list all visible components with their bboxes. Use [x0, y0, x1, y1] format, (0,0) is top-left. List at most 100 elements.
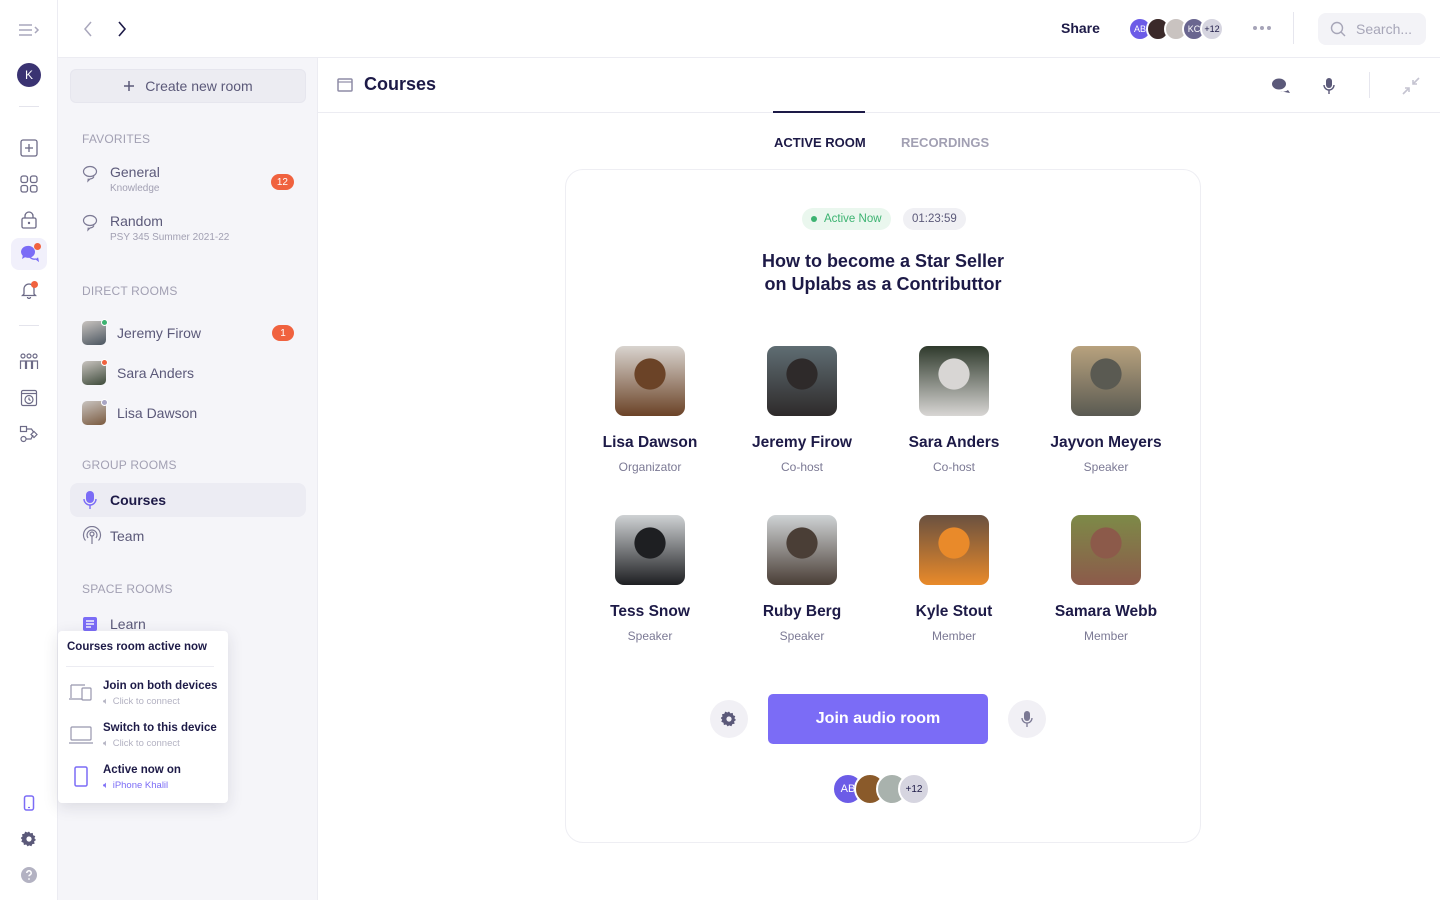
participant-photo — [919, 515, 989, 585]
listeners-more-count[interactable]: +12 — [898, 773, 930, 805]
rail-workflow-button[interactable] — [11, 418, 47, 450]
participant-name: Jayvon Meyers — [1050, 434, 1162, 451]
participant-role: Speaker — [627, 629, 673, 643]
forward-button[interactable] — [110, 17, 134, 41]
sidebar-item-courses[interactable]: Courses — [70, 483, 306, 517]
more-dot-icon — [1253, 26, 1257, 30]
room-timer: 01:23:59 — [903, 208, 966, 230]
collaborators-more-count[interactable]: +12 — [1200, 17, 1224, 41]
status-dot — [811, 216, 817, 222]
sidebar-item-direct-room[interactable]: Jeremy Firow 1 — [70, 317, 306, 349]
join-both-devices-option[interactable]: Join on both devices 🔈︎ Click to connect — [66, 680, 226, 714]
collapse-menu-button[interactable] — [11, 14, 47, 46]
participant-name: Sara Anders — [908, 434, 1000, 451]
rail-help-button[interactable] — [11, 859, 47, 891]
switch-device-option[interactable]: Switch to this device 🔈︎ Click to connect — [66, 722, 226, 756]
participant-photo — [767, 346, 837, 416]
search-input[interactable] — [1356, 21, 1416, 37]
rail-schedule-button[interactable] — [11, 382, 47, 414]
participant-name: Kyle Stout — [915, 603, 993, 620]
tab-active-room[interactable]: ACTIVE ROOM — [774, 135, 866, 150]
chat-button[interactable] — [1269, 74, 1293, 98]
participant-role: Co-host — [932, 460, 976, 474]
rail-divider — [19, 325, 39, 326]
room-name: Learn — [110, 616, 146, 632]
plus-square-icon — [20, 139, 38, 157]
collaborator-avatars[interactable]: AB KC +12 — [1128, 17, 1224, 41]
room-topic-line: on Uplabs as a Contributtor — [764, 274, 1002, 294]
participant-photo — [615, 346, 685, 416]
chat-bubbles-icon — [1272, 78, 1290, 93]
participant-card[interactable]: Sara Anders Co-host — [878, 346, 1030, 474]
option-sublabel: Click to connect — [112, 738, 180, 749]
gear-icon — [21, 831, 36, 847]
rail-notifications-button[interactable] — [11, 274, 47, 306]
collapse-arrows-icon — [1402, 77, 1420, 95]
header-mic-button[interactable] — [1317, 74, 1341, 98]
plus-icon — [124, 81, 135, 91]
sidebar-item-direct-room[interactable]: Lisa Dawson — [70, 397, 306, 429]
room-topic-line: How to become a Star Seller — [761, 251, 1005, 271]
participant-card[interactable]: Tess Snow Speaker — [574, 515, 726, 643]
share-button[interactable]: Share — [1061, 20, 1100, 36]
listener-avatars[interactable]: AB +12 — [832, 773, 930, 805]
room-topic: How to become a Star Seller on Uplabs as… — [565, 250, 1201, 296]
participant-card[interactable]: Jeremy Firow Co-host — [726, 346, 878, 474]
join-audio-room-button[interactable]: Join audio room — [768, 694, 988, 744]
icon-rail: K — [0, 0, 58, 900]
minimize-button[interactable] — [1399, 74, 1423, 98]
help-icon — [21, 867, 37, 883]
room-name: General — [110, 164, 160, 180]
participant-card[interactable]: Ruby Berg Speaker — [726, 515, 878, 643]
phone-icon — [74, 766, 88, 787]
back-button[interactable] — [76, 17, 100, 41]
rail-add-button[interactable] — [11, 132, 47, 164]
participant-role: Speaker — [779, 629, 825, 643]
audio-settings-button[interactable] — [710, 700, 748, 738]
participant-photo — [919, 346, 989, 416]
participant-card[interactable]: Lisa Dawson Organizator — [574, 346, 726, 474]
rail-team-button[interactable] — [11, 346, 47, 378]
mic-toggle-button[interactable] — [1008, 700, 1046, 738]
rail-lock-button[interactable] — [11, 204, 47, 236]
more-options-button[interactable] — [1250, 18, 1274, 38]
presence-dot — [101, 319, 108, 326]
sidebar-item-team[interactable]: Team — [70, 519, 306, 553]
sidebar-item-general[interactable]: General Knowledge 12 — [70, 164, 306, 200]
participant-card[interactable]: Samara Webb Member — [1030, 515, 1182, 643]
contact-name: Jeremy Firow — [117, 325, 202, 341]
room-name: Courses — [110, 492, 167, 508]
rail-rooms-button[interactable] — [11, 238, 47, 270]
presence-dot — [101, 359, 108, 366]
microphone-icon — [83, 491, 97, 509]
device-switch-popup: Courses room active now Join on both dev… — [58, 631, 228, 803]
contact-avatar — [82, 399, 108, 425]
user-initial: K — [24, 68, 33, 82]
rail-settings-button[interactable] — [11, 823, 47, 855]
chevron-right-icon — [118, 21, 127, 37]
participant-card[interactable]: Kyle Stout Member — [878, 515, 1030, 643]
more-dot-icon — [1267, 26, 1271, 30]
user-avatar[interactable]: K — [17, 63, 41, 87]
participant-photo — [615, 515, 685, 585]
microphone-icon — [1323, 78, 1335, 94]
speaker-icon: 🔈︎ — [103, 696, 109, 707]
create-room-button[interactable]: Create new room — [70, 69, 306, 103]
rail-device-button[interactable] — [11, 787, 47, 819]
search-box[interactable] — [1318, 13, 1426, 45]
chevron-left-icon — [84, 21, 92, 37]
sidebar-item-direct-room[interactable]: Sara Anders — [70, 357, 306, 389]
tab-recordings[interactable]: RECORDINGS — [901, 135, 989, 150]
rail-divider — [19, 106, 39, 107]
calendar-clock-icon — [20, 389, 38, 407]
room-name: Random — [110, 213, 163, 229]
participant-role: Speaker — [1083, 460, 1129, 474]
sidebar-item-random[interactable]: Random PSY 345 Summer 2021-22 — [70, 213, 306, 249]
rail-dashboard-button[interactable] — [11, 168, 47, 200]
participant-card[interactable]: Jayvon Meyers Speaker — [1030, 346, 1182, 474]
timer-value: 01:23:59 — [912, 213, 957, 225]
option-sublabel: Click to connect — [112, 696, 180, 707]
participant-name: Samara Webb — [1054, 603, 1158, 620]
space-rooms-heading: SPACE ROOMS — [82, 582, 173, 596]
active-device-option[interactable]: Active now on 🔈︎ iPhone Khalil — [66, 764, 226, 798]
